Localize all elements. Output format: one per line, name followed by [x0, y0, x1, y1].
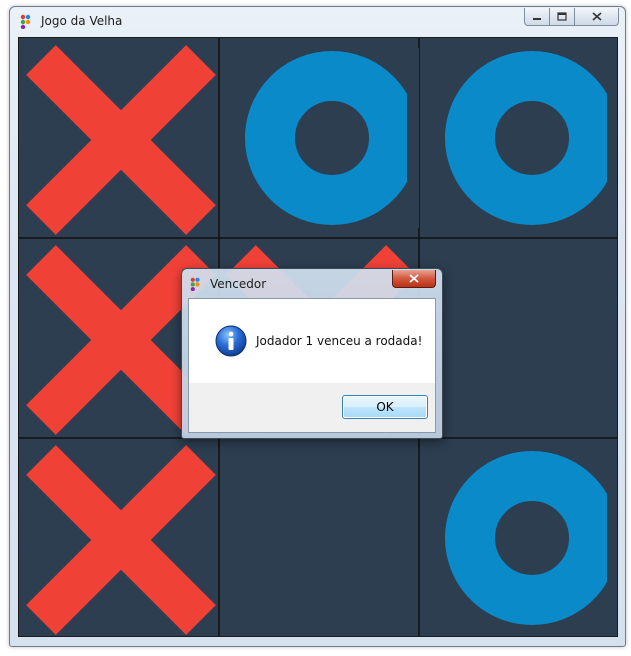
- board-cell-7[interactable]: [20, 439, 218, 636]
- maximize-button[interactable]: [550, 8, 575, 26]
- restore-icon: [557, 12, 567, 21]
- board-cell-9[interactable]: [420, 439, 617, 636]
- title-bar[interactable]: Jogo da Velha: [10, 7, 625, 36]
- winner-dialog: Vencedor Jodador 1 venceu a rodada! OK: [181, 268, 443, 439]
- dialog-message-area: Jodador 1 venceu a rodada!: [189, 299, 435, 383]
- window-title: Jogo da Velha: [41, 14, 123, 28]
- board-cell-6[interactable]: [420, 239, 617, 437]
- dialog-message: Jodador 1 venceu a rodada!: [256, 334, 423, 348]
- app-icon: [190, 277, 200, 291]
- board-cell-8[interactable]: [220, 439, 418, 636]
- ok-button[interactable]: OK: [342, 395, 428, 419]
- minimize-icon: [533, 17, 541, 20]
- dialog-button-area: OK: [189, 383, 435, 432]
- minimize-button[interactable]: [524, 8, 550, 26]
- app-icon: [20, 14, 31, 29]
- board-cell-3[interactable]: [420, 39, 617, 237]
- board-cell-1[interactable]: [20, 39, 218, 237]
- o-mark-edge: [407, 48, 419, 228]
- close-icon: [591, 12, 602, 21]
- caption-buttons: [524, 8, 619, 27]
- o-mark-edge: [607, 448, 617, 628]
- o-mark-edge: [607, 48, 617, 228]
- dialog-body: Jodador 1 venceu a rodada! OK: [188, 298, 436, 433]
- close-icon: [409, 274, 419, 283]
- info-icon: [215, 325, 247, 357]
- dialog-close-button[interactable]: [392, 270, 436, 288]
- dialog-title: Vencedor: [210, 277, 267, 291]
- close-button[interactable]: [575, 8, 619, 26]
- board-cell-2[interactable]: [220, 39, 419, 237]
